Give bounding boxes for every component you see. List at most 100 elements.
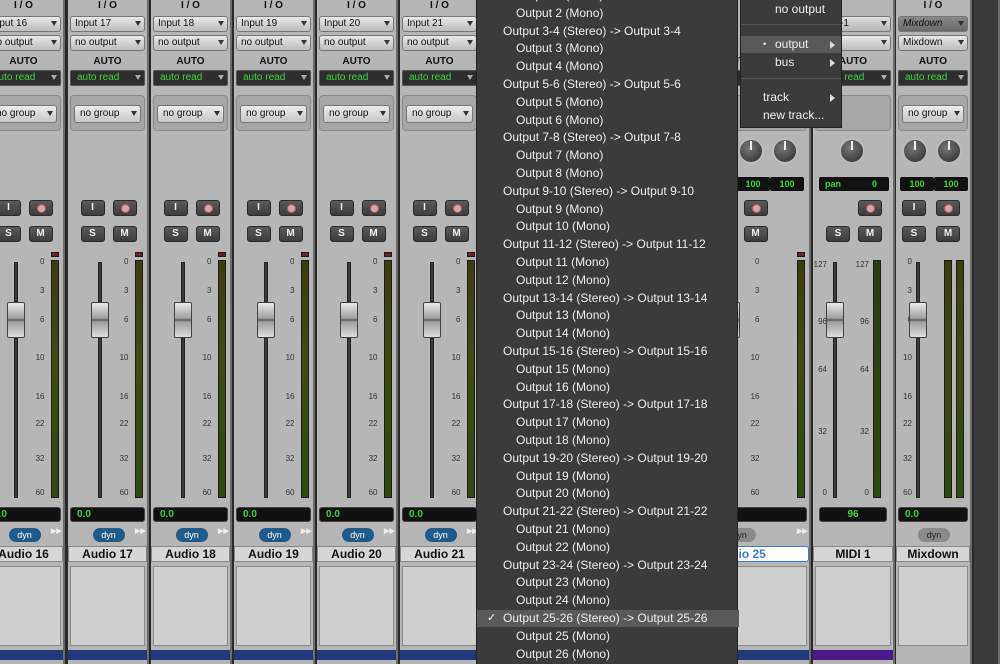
group-selector[interactable]: no group: [0, 105, 57, 123]
output-menu-item[interactable]: Output 1 (Mono): [477, 0, 739, 4]
solo-button[interactable]: S: [246, 226, 271, 242]
expand-arrows-icon[interactable]: ▶▶: [51, 527, 62, 535]
mute-button[interactable]: M: [361, 226, 386, 242]
group-selector[interactable]: no group: [157, 105, 224, 123]
pan-knob[interactable]: [839, 138, 865, 164]
volume-fader[interactable]: [339, 302, 358, 338]
input-monitor-button[interactable]: I: [163, 200, 188, 216]
mute-button[interactable]: M: [278, 226, 303, 242]
volume-readout[interactable]: 0.0: [402, 507, 477, 522]
track-name[interactable]: Audio 18: [151, 546, 230, 562]
output-menu-item[interactable]: Output 8 (Mono): [477, 165, 739, 182]
submenu-item-bus[interactable]: bus: [741, 54, 841, 71]
volume-fader[interactable]: [826, 302, 844, 338]
group-selector[interactable]: no group: [323, 105, 390, 123]
dyn-button[interactable]: dyn: [92, 528, 125, 542]
automation-mode-selector[interactable]: auto read: [236, 70, 311, 86]
volume-readout[interactable]: 0.0: [319, 507, 394, 522]
output-selector[interactable]: no output: [236, 35, 311, 51]
solo-button[interactable]: S: [412, 226, 437, 242]
submenu-item-no-output[interactable]: no output: [741, 1, 841, 18]
output-selector[interactable]: no output: [402, 35, 477, 51]
volume-readout[interactable]: 0.0: [70, 507, 145, 522]
automation-mode-selector[interactable]: auto read: [319, 70, 394, 86]
volume-fader[interactable]: [256, 302, 275, 338]
dyn-button[interactable]: dyn: [8, 528, 41, 542]
pan-right-readout[interactable]: 100: [770, 177, 804, 191]
mute-button[interactable]: M: [112, 226, 137, 242]
solo-button[interactable]: S: [902, 226, 926, 242]
output-menu-item[interactable]: Output 3 (Mono): [477, 40, 739, 57]
track-name[interactable]: MIDI 1: [813, 546, 893, 562]
volume-readout[interactable]: 0.0: [0, 507, 61, 522]
automation-mode-selector[interactable]: auto read: [898, 70, 968, 86]
automation-mode-selector[interactable]: auto read: [402, 70, 477, 86]
dyn-button[interactable]: dyn: [258, 528, 291, 542]
volume-readout[interactable]: 96: [819, 507, 887, 522]
input-monitor-button[interactable]: I: [246, 200, 271, 216]
input-monitor-button[interactable]: I: [902, 200, 926, 216]
output-selector[interactable]: no output: [319, 35, 394, 51]
input-selector[interactable]: Input 16: [0, 16, 61, 32]
pan-right-readout[interactable]: 100: [934, 177, 968, 191]
record-enable-button[interactable]: [195, 200, 220, 216]
output-menu-item[interactable]: Output 21-22 (Stereo) -> Output 21-22: [477, 503, 739, 520]
mute-button[interactable]: M: [743, 226, 768, 242]
record-enable-button[interactable]: [361, 200, 386, 216]
output-menu-item[interactable]: Output 20 (Mono): [477, 485, 739, 502]
record-enable-button[interactable]: [743, 200, 768, 216]
comments-box[interactable]: [236, 566, 311, 646]
output-menu-item[interactable]: Output 15 (Mono): [477, 361, 739, 378]
output-menu-item[interactable]: Output 22 (Mono): [477, 539, 739, 556]
record-enable-button[interactable]: [112, 200, 137, 216]
expand-arrows-icon[interactable]: ▶▶: [218, 527, 229, 535]
output-menu-item[interactable]: Output 15-16 (Stereo) -> Output 15-16: [477, 343, 739, 360]
output-menu-item[interactable]: Output 3-4 (Stereo) -> Output 3-4: [477, 23, 739, 40]
output-menu-item[interactable]: Output 17 (Mono): [477, 414, 739, 431]
output-menu-item[interactable]: Output 19 (Mono): [477, 468, 739, 485]
input-selector[interactable]: Input 21: [402, 16, 477, 32]
dyn-button[interactable]: dyn: [424, 528, 457, 542]
group-selector[interactable]: no group: [74, 105, 141, 123]
track-name[interactable]: Audio 17: [68, 546, 147, 562]
comments-box[interactable]: [70, 566, 145, 646]
volume-readout[interactable]: 0.0: [236, 507, 311, 522]
volume-fader[interactable]: [90, 302, 109, 338]
output-selector[interactable]: no output: [153, 35, 228, 51]
output-menu-item[interactable]: Output 13 (Mono): [477, 307, 739, 324]
expand-arrows-icon[interactable]: ▶▶: [384, 527, 395, 535]
output-menu-item[interactable]: Output 6 (Mono): [477, 112, 739, 129]
track-name[interactable]: Audio 19: [234, 546, 313, 562]
output-menu-item[interactable]: Output 5-6 (Stereo) -> Output 5-6: [477, 76, 739, 93]
automation-mode-selector[interactable]: auto read: [0, 70, 61, 86]
pan-knob-left[interactable]: [738, 138, 764, 164]
output-selector[interactable]: Mixdown: [898, 35, 968, 51]
volume-fader[interactable]: [6, 302, 25, 338]
mute-button[interactable]: M: [444, 226, 469, 242]
track-name[interactable]: Mixdown: [896, 546, 970, 562]
pan-knob-left[interactable]: [902, 138, 928, 164]
volume-readout[interactable]: 0.0: [153, 507, 228, 522]
record-enable-button[interactable]: [936, 200, 960, 216]
output-menu-item[interactable]: Output 17-18 (Stereo) -> Output 17-18: [477, 396, 739, 413]
expand-arrows-icon[interactable]: ▶▶: [301, 527, 312, 535]
automation-mode-selector[interactable]: auto read: [70, 70, 145, 86]
input-monitor-button[interactable]: I: [80, 200, 105, 216]
dyn-button[interactable]: dyn: [175, 528, 208, 542]
comments-box[interactable]: [0, 566, 61, 646]
comments-box[interactable]: [898, 566, 968, 646]
group-selector[interactable]: no group: [406, 105, 473, 123]
mute-button[interactable]: M: [195, 226, 220, 242]
automation-mode-selector[interactable]: auto read: [153, 70, 228, 86]
mute-button[interactable]: M: [858, 226, 882, 242]
solo-button[interactable]: S: [826, 226, 850, 242]
input-monitor-button[interactable]: I: [412, 200, 437, 216]
record-enable-button[interactable]: [28, 200, 53, 216]
output-menu-item[interactable]: Output 11-12 (Stereo) -> Output 11-12: [477, 236, 739, 253]
submenu-item-new-track[interactable]: new track...: [741, 107, 841, 124]
input-monitor-button[interactable]: I: [329, 200, 354, 216]
input-selector[interactable]: Input 20: [319, 16, 394, 32]
output-selector[interactable]: no output: [0, 35, 61, 51]
expand-arrows-icon[interactable]: ▶▶: [135, 527, 146, 535]
submenu-item-track[interactable]: track: [741, 89, 841, 106]
